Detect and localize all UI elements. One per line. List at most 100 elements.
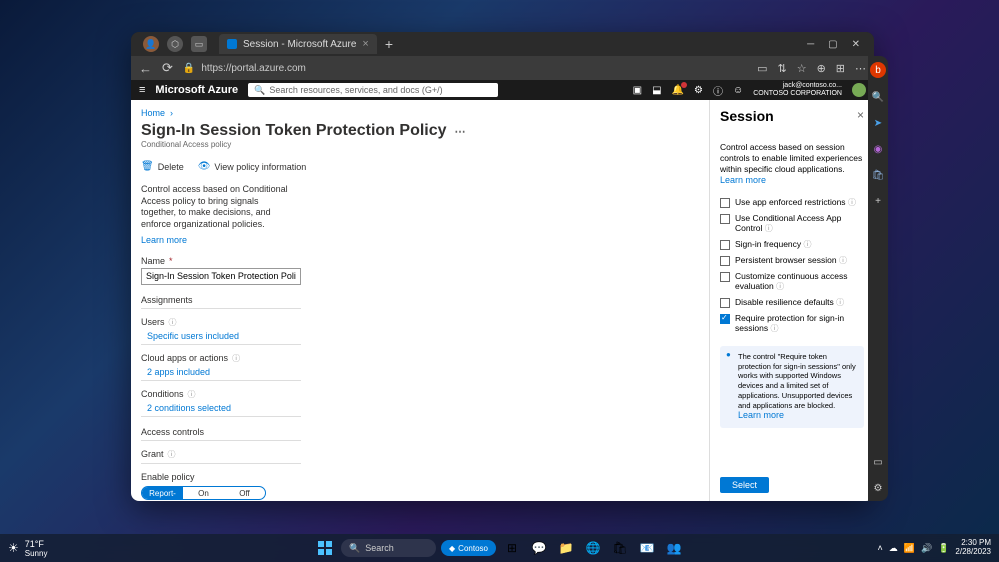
settings-icon[interactable]: ⚙	[871, 481, 885, 495]
info-icon[interactable]: ⓘ	[776, 282, 784, 291]
info-icon[interactable]: ⓘ	[232, 353, 240, 364]
info-icon[interactable]: ⓘ	[804, 240, 812, 249]
battery-icon[interactable]: 🔋	[938, 543, 949, 554]
view-info-button[interactable]: 👁View policy information	[198, 161, 307, 172]
learn-more-link[interactable]: Learn more	[720, 175, 766, 185]
checkbox[interactable]	[720, 240, 730, 250]
chevron-up-icon[interactable]: ˄	[877, 543, 882, 553]
minimize-icon[interactable]: ─	[807, 39, 814, 50]
store-icon[interactable]: 🛍	[609, 537, 631, 559]
refresh-icon[interactable]: ⟳	[162, 60, 173, 76]
clock[interactable]: 2:30 PM 2/28/2023	[955, 539, 991, 557]
maximize-icon[interactable]: ▢	[828, 39, 837, 50]
task-view-icon[interactable]: ⊞	[501, 537, 523, 559]
azure-logo[interactable]: Microsoft Azure	[155, 84, 238, 96]
session-option[interactable]: Disable resilience defaults ⓘ	[720, 297, 864, 308]
shopping-icon[interactable]: 🛍	[871, 168, 885, 182]
info-icon[interactable]: ⓘ	[770, 324, 778, 333]
close-panel-icon[interactable]: ×	[857, 108, 864, 122]
session-option[interactable]: Require protection for sign-in sessions …	[720, 313, 864, 334]
weather-widget[interactable]: ☀ 71°F Sunny	[8, 539, 47, 558]
breadcrumb[interactable]: Home ›	[141, 108, 699, 118]
assignments-section: Assignments	[141, 295, 301, 309]
workspaces-icon[interactable]: ⬡	[167, 36, 183, 52]
checkbox[interactable]	[720, 314, 730, 324]
bing-icon[interactable]: b	[870, 62, 886, 78]
menu-icon[interactable]: ≡	[139, 84, 145, 96]
name-input[interactable]	[141, 268, 301, 285]
directories-icon[interactable]: ⬓	[652, 85, 661, 96]
azure-search[interactable]: 🔍 Search resources, services, and docs (…	[248, 83, 498, 97]
checkbox[interactable]	[720, 214, 730, 224]
info-icon[interactable]: ⓘ	[848, 198, 856, 207]
teams-icon[interactable]: 👥	[663, 537, 685, 559]
toggle-report-only[interactable]: Report-only	[142, 487, 183, 499]
back-icon[interactable]: ←	[139, 61, 152, 76]
more-icon[interactable]: ⋯	[455, 125, 466, 138]
collapse-icon[interactable]: ▭	[871, 455, 885, 469]
url-box[interactable]: 🔒 https://portal.azure.com	[183, 63, 306, 74]
close-icon[interactable]: ✕	[852, 39, 860, 50]
outlook-icon[interactable]: 📧	[636, 537, 658, 559]
send-icon[interactable]: ➤	[871, 116, 885, 130]
info-icon[interactable]: ⓘ	[765, 224, 773, 233]
feedback-icon[interactable]: ☺	[733, 85, 743, 96]
conditions-link[interactable]: 2 conditions selected	[141, 403, 699, 413]
tab-actions-icon[interactable]: ▭	[191, 36, 207, 52]
select-button[interactable]: Select	[720, 477, 769, 493]
edge-icon[interactable]: 🌐	[582, 537, 604, 559]
wifi-icon[interactable]: 📶	[904, 543, 915, 554]
contoso-pill[interactable]: ◆ Contoso	[441, 540, 496, 556]
search-icon[interactable]: 🔍	[871, 90, 885, 104]
taskbar-search[interactable]: 🔍Search	[341, 539, 436, 557]
explorer-icon[interactable]: 📁	[555, 537, 577, 559]
sync-icon[interactable]: ⇅	[777, 62, 786, 75]
onedrive-icon[interactable]: ☁	[889, 543, 898, 554]
session-option[interactable]: Sign-in frequency ⓘ	[720, 239, 864, 250]
reader-icon[interactable]: ▭	[757, 62, 767, 75]
learn-more-link[interactable]: Learn more	[141, 235, 187, 245]
settings-icon[interactable]: ⚙	[694, 85, 703, 96]
user-info[interactable]: jack@contoso.co... CONTOSO CORPORATION	[753, 82, 842, 97]
cloud-apps-link[interactable]: 2 apps included	[141, 367, 699, 377]
help-icon[interactable]: ⓘ	[713, 83, 723, 98]
delete-button[interactable]: 🗑Delete	[141, 161, 184, 172]
checkbox[interactable]	[720, 256, 730, 266]
add-icon[interactable]: +	[871, 194, 885, 208]
toggle-on[interactable]: On	[183, 487, 224, 499]
notifications-icon[interactable]: 🔔	[672, 85, 684, 96]
info-icon[interactable]: ⓘ	[169, 317, 177, 328]
checkbox[interactable]	[720, 198, 730, 208]
collections-icon[interactable]: ⊕	[817, 62, 826, 75]
cloud-shell-icon[interactable]: ▣	[633, 85, 642, 96]
browser-tab[interactable]: Session - Microsoft Azure ×	[219, 34, 377, 54]
checkbox[interactable]	[720, 298, 730, 308]
session-option[interactable]: Use app enforced restrictions ⓘ	[720, 197, 864, 208]
new-tab-button[interactable]: +	[385, 36, 393, 52]
session-option[interactable]: Use Conditional Access App Control ⓘ	[720, 213, 864, 234]
extensions-icon[interactable]: ⊞	[836, 62, 845, 75]
more-icon[interactable]: ⋯	[855, 62, 866, 75]
callout-learn-more-link[interactable]: Learn more	[738, 410, 784, 420]
info-icon[interactable]: ⓘ	[839, 256, 847, 265]
session-option[interactable]: Persistent browser session ⓘ	[720, 255, 864, 266]
enable-policy-toggle[interactable]: Report-only On Off	[141, 486, 266, 500]
toggle-off[interactable]: Off	[224, 487, 265, 499]
tab-close-icon[interactable]: ×	[362, 38, 368, 50]
copilot-icon[interactable]: ◉	[871, 142, 885, 156]
avatar[interactable]	[852, 83, 866, 97]
favorites-icon[interactable]: ☆	[797, 62, 807, 75]
volume-icon[interactable]: 🔊	[921, 543, 932, 554]
checkbox[interactable]	[720, 272, 730, 282]
temperature: 71°F	[25, 539, 48, 549]
users-link[interactable]: Specific users included	[141, 331, 699, 341]
session-option[interactable]: Customize continuous access evaluation ⓘ	[720, 271, 864, 292]
profile-icon[interactable]: 👤	[143, 36, 159, 52]
info-icon[interactable]: ⓘ	[168, 449, 176, 460]
browser-titlebar: 👤 ⬡ ▭ Session - Microsoft Azure × + ─ ▢ …	[131, 32, 874, 56]
info-icon[interactable]: ⓘ	[188, 389, 196, 400]
chat-icon[interactable]: 💬	[528, 537, 550, 559]
start-button[interactable]	[314, 537, 336, 559]
search-icon: 🔍	[349, 543, 360, 554]
info-icon[interactable]: ⓘ	[836, 298, 844, 307]
